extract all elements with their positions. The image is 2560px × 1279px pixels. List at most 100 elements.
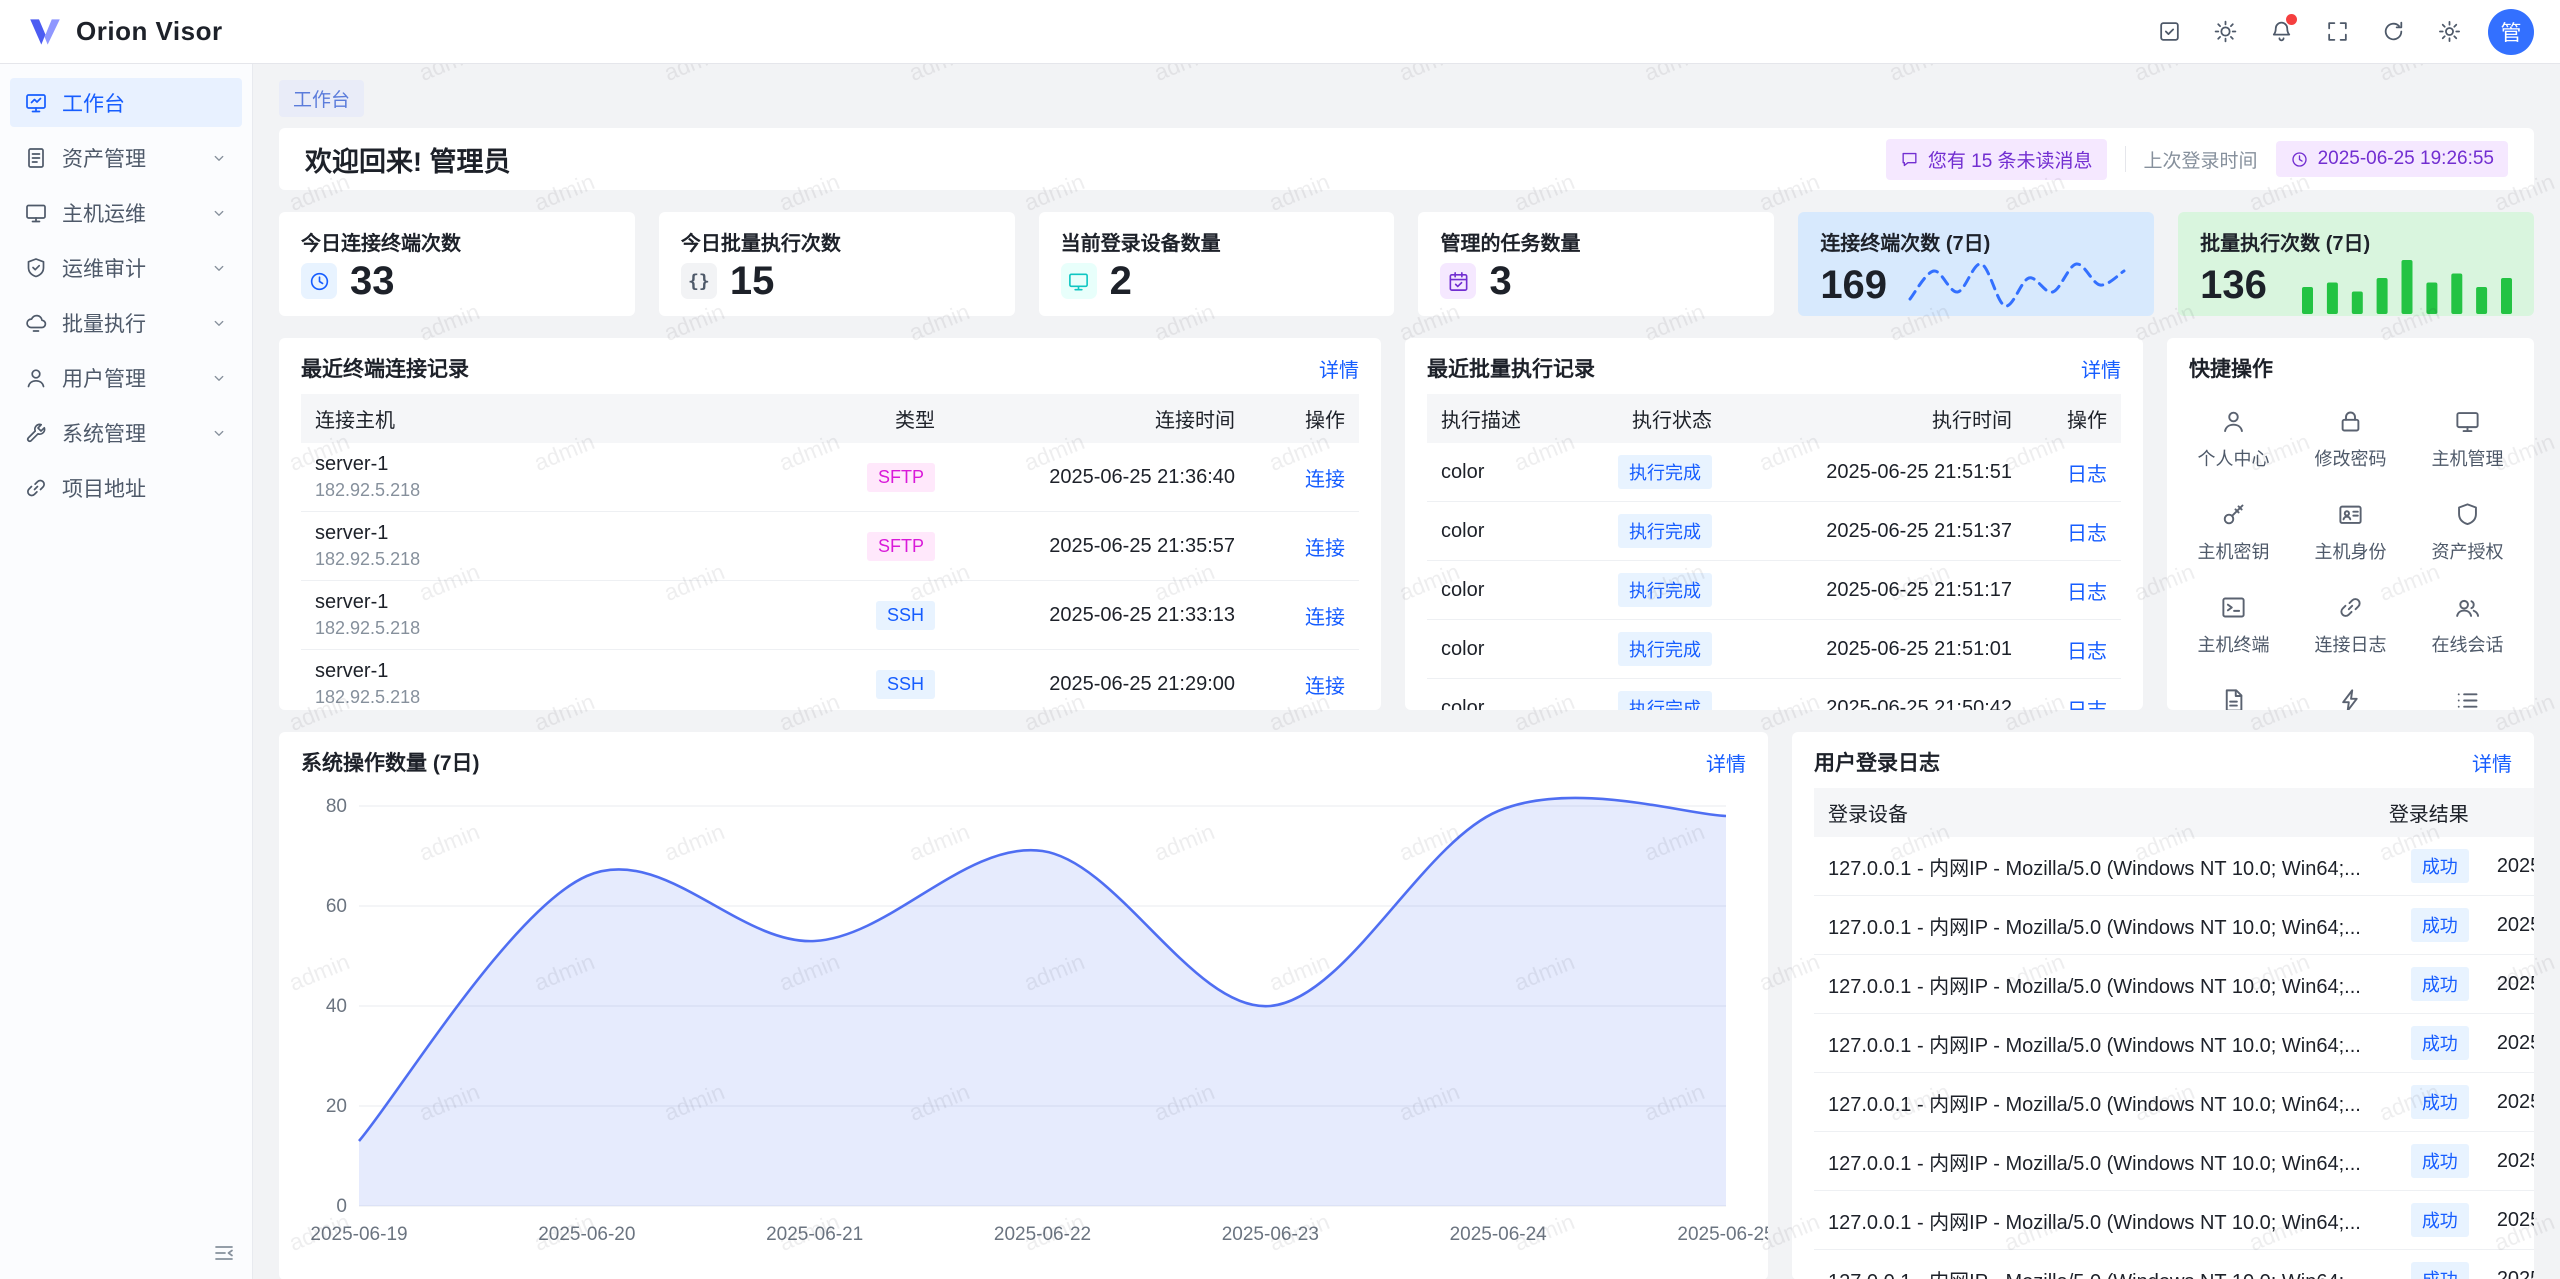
quick-action-5[interactable]: 资产授权 [2409,501,2526,564]
connect-link[interactable]: 连接 [1305,676,1345,698]
unread-messages-badge[interactable]: 您有 15 条未读消息 [1886,139,2107,180]
table-row: 127.0.0.1 - 内网IP - Mozilla/5.0 (Windows … [1814,837,2534,896]
sidebar-item-5[interactable]: 用户管理 [10,353,242,402]
stat-value: 3 [1489,261,1511,301]
login-result-badge: 成功 [2411,967,2469,1001]
svg-text:80: 80 [326,796,347,817]
login-time: 2025-04-03 01:36:58 [2483,1073,2534,1132]
connect-link[interactable]: 连接 [1305,469,1345,491]
calendar-icon [1440,263,1476,299]
bell-icon[interactable] [2258,9,2304,55]
connect-link[interactable]: 连接 [1305,538,1345,560]
sidebar-collapse-button[interactable] [212,1241,236,1265]
refresh-icon[interactable] [2370,9,2416,55]
sidebar-item-label: 资产管理 [62,143,196,173]
table-row: 127.0.0.1 - 内网IP - Mozilla/5.0 (Windows … [1814,955,2534,1014]
quick-action-0[interactable]: 个人中心 [2175,408,2292,471]
exec-status-badge: 执行完成 [1618,573,1712,607]
stat-card-5: 批量执行次数 (7日) 136 [2178,212,2534,316]
stat-title: 管理的任务数量 [1440,227,1752,256]
quick-action-3[interactable]: 主机密钥 [2175,501,2292,564]
quick-action-8[interactable]: 在线会话 [2409,594,2526,657]
batch-records-title: 最近批量执行记录 [1427,353,1595,383]
operations-chart-more-link[interactable]: 详情 [1706,748,1746,777]
sidebar-item-3[interactable]: 运维审计 [10,243,242,292]
lock-icon [2337,408,2364,435]
gear-icon[interactable] [2426,9,2472,55]
table-row: server-1182.92.5.218 SFTP 2025-06-25 21:… [301,512,1359,581]
batch-records-more-link[interactable]: 详情 [2081,354,2121,383]
quick-action-7[interactable]: 连接日志 [2292,594,2409,657]
log-link[interactable]: 日志 [2067,582,2107,604]
idcard-icon [2337,501,2364,528]
login-logs-more-link[interactable]: 详情 [2472,748,2512,777]
log-link[interactable]: 日志 [2067,641,2107,663]
breadcrumb-workbench[interactable]: 工作台 [279,80,364,117]
quick-action-2[interactable]: 主机管理 [2409,408,2526,471]
svg-text:40: 40 [326,996,347,1017]
svg-text:2025-06-24: 2025-06-24 [1450,1224,1548,1245]
sidebar-item-2[interactable]: 主机运维 [10,188,242,237]
host-ip: 182.92.5.218 [315,618,795,639]
avatar[interactable]: 管 [2488,9,2534,55]
exec-description: color [1427,679,1556,711]
table-row: 127.0.0.1 - 内网IP - Mozilla/5.0 (Windows … [1814,1073,2534,1132]
orion-visor-logo-icon [26,13,64,51]
exec-status-badge: 执行完成 [1618,455,1712,489]
login-result-badge: 成功 [2411,1144,2469,1178]
quick-action-1[interactable]: 修改密码 [2292,408,2409,471]
stat-card-1: 今日批量执行次数 {} 15 [659,212,1015,316]
stat-value: 2 [1110,261,1132,301]
welcome-meta: 您有 15 条未读消息 上次登录时间 2025-06-25 19:26:55 [1886,139,2508,180]
monitor-icon [1061,263,1097,299]
chevron-down-icon [210,369,228,387]
table-row: 127.0.0.1 - 内网IP - Mozilla/5.0 (Windows … [1814,1191,2534,1250]
stat-card-2: 当前登录设备数量 2 [1039,212,1395,316]
last-login-label: 上次登录时间 [2144,146,2258,173]
check-square-icon[interactable] [2146,9,2192,55]
page: Orion Visor 管 工作台 资产管理 主机运维 运维审计 批量执行 用户… [0,0,2560,1279]
top-bar: Orion Visor 管 [0,0,2560,64]
sidebar-item-6[interactable]: 系统管理 [10,408,242,457]
notification-dot [2286,14,2297,25]
log-link[interactable]: 日志 [2067,464,2107,486]
quick-action-label: 主机管理 [2432,445,2504,471]
col-header: 连接主机 [301,394,809,443]
exec-time: 2025-06-25 21:50:42 [1726,679,2026,711]
exec-description: color [1427,502,1556,561]
app-title: Orion Visor [76,16,223,47]
login-time: 2025-05-29 19:43:57 [2483,1014,2534,1073]
sidebar-item-0[interactable]: 工作台 [10,78,242,127]
clock-icon [2290,150,2309,169]
stat-title: 今日连接终端次数 [301,227,613,256]
quick-action-11[interactable]: 执行日志 [2409,687,2526,710]
fullscreen-icon[interactable] [2314,9,2360,55]
sidebar-item-1[interactable]: 资产管理 [10,133,242,182]
chevron-down-icon [210,314,228,332]
host-ip: 182.92.5.218 [315,480,795,501]
stat-title: 批量执行次数 (7日) [2200,227,2512,256]
quick-action-6[interactable]: 主机终端 [2175,594,2292,657]
stat-value: 33 [350,261,395,301]
sidebar-item-7[interactable]: 项目地址 [10,463,242,512]
last-login-time: 2025-06-25 19:26:55 [2318,148,2494,170]
log-link[interactable]: 日志 [2067,523,2107,545]
sun-icon[interactable] [2202,9,2248,55]
protocol-tag: SSH [876,670,935,699]
sidebar-item-4[interactable]: 批量执行 [10,298,242,347]
col-header: 执行时间 [1726,394,2026,443]
connect-link[interactable]: 连接 [1305,607,1345,629]
log-link[interactable]: 日志 [2067,700,2107,711]
quick-action-4[interactable]: 主机身份 [2292,501,2409,564]
stat-title: 今日批量执行次数 [681,227,993,256]
col-header: 操作 [2026,394,2121,443]
sidebar-item-label: 系统管理 [62,418,196,448]
tool-icon [24,421,48,445]
quick-action-10[interactable]: 命令执行 [2292,687,2409,710]
svg-text:0: 0 [336,1196,347,1217]
col-header: 登录结果 [2375,788,2483,837]
col-header: 登录时间 [2483,788,2534,837]
stat-value: 15 [730,261,775,301]
terminal-records-more-link[interactable]: 详情 [1319,354,1359,383]
quick-action-9[interactable]: 文件操作日志 [2175,687,2292,710]
